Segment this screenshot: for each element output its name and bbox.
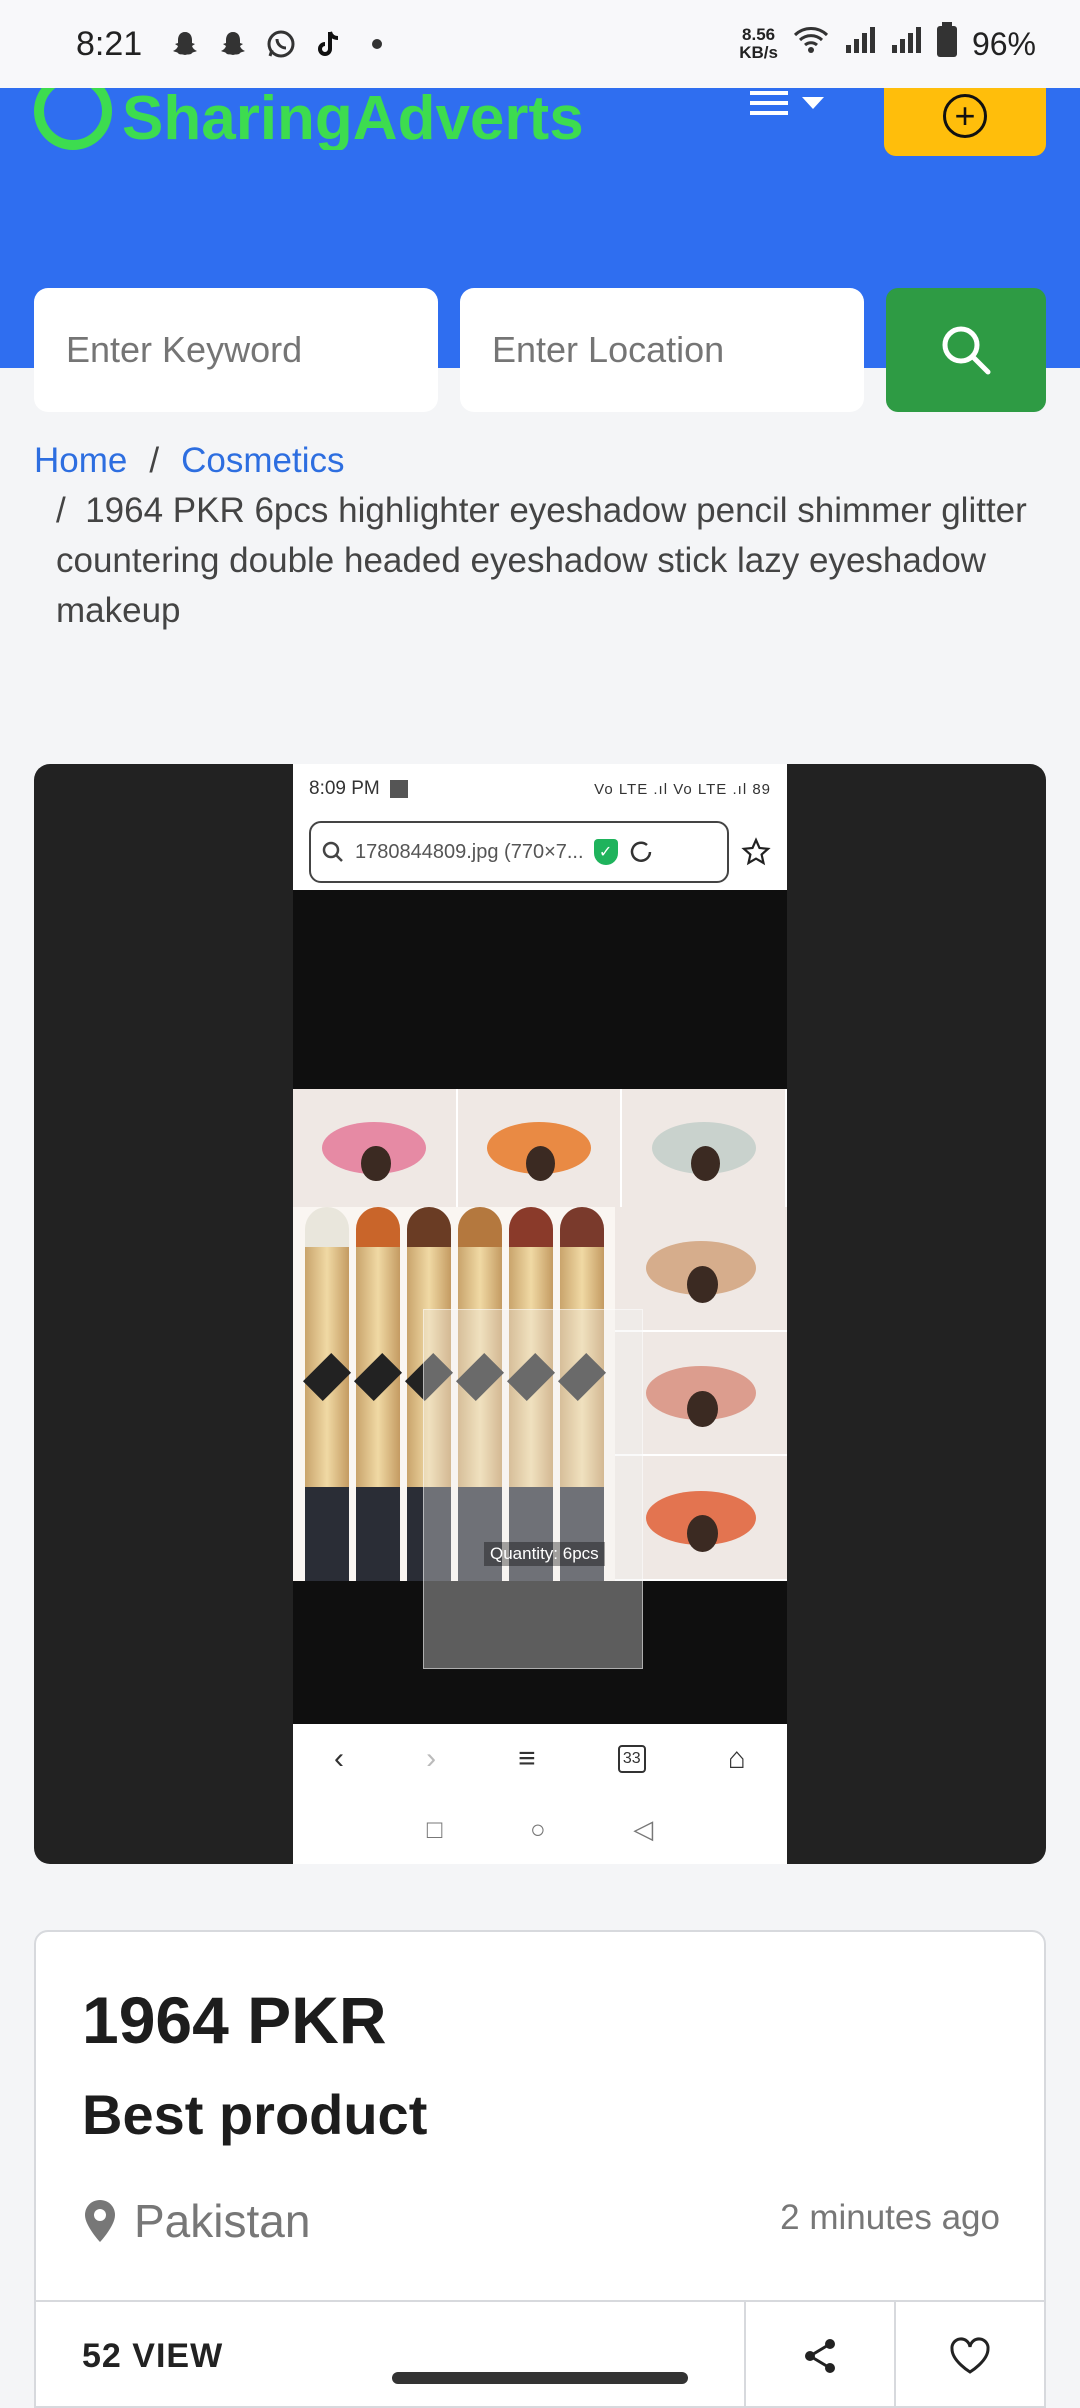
eye-swatch	[622, 1089, 787, 1207]
location-input[interactable]	[460, 288, 864, 412]
embedded-url-text: 1780844809.jpg (770×7...	[355, 840, 584, 863]
plus-circle-icon: +	[943, 94, 987, 138]
breadcrumb-current: / 1964 PKR 6pcs highlighter eyeshadow pe…	[56, 491, 1027, 630]
keyword-input[interactable]	[34, 288, 438, 412]
snapchat-icon	[168, 27, 202, 61]
product-location: Pakistan	[82, 2194, 310, 2248]
embedded-status-right: Vo LTE .ıl Vo LTE .ıl 89	[594, 780, 771, 798]
site-logo[interactable]: SharingAdverts	[34, 88, 584, 150]
share-button[interactable]	[744, 2302, 894, 2408]
caret-down-icon	[802, 97, 824, 109]
posted-time: 2 minutes ago	[780, 2198, 1000, 2237]
hamburger-icon	[750, 91, 788, 115]
embedded-browser-nav: ‹ › ≡ 33 ⌂ □ ○ ◁	[293, 1724, 787, 1864]
product-price: 1964 PKR	[82, 1983, 387, 2057]
embedded-browser-toolbar: ‹ › ≡ 33 ⌂	[293, 1724, 787, 1794]
battery-percent: 96%	[971, 25, 1036, 62]
embedded-time: 8:09 PM	[309, 778, 380, 799]
eye-swatch-row	[293, 1089, 787, 1207]
forward-chevron-icon: ›	[426, 1742, 437, 1775]
product-image: 8:09 PM Vo LTE .ıl Vo LTE .ıl 89 1780844…	[293, 764, 787, 1864]
logo-mark-icon	[34, 88, 112, 150]
pencil	[355, 1207, 400, 1581]
battery-icon	[936, 21, 958, 67]
view-count: 52 VIEW	[82, 2336, 224, 2375]
search-button[interactable]	[886, 288, 1046, 412]
embedded-url-box: 1780844809.jpg (770×7... ✓	[309, 821, 729, 883]
card-footer: 52 VIEW	[36, 2300, 1044, 2408]
breadcrumb-home-link[interactable]: Home	[34, 441, 127, 480]
gesture-home-indicator[interactable]	[392, 2372, 688, 2384]
embedded-square-icon	[389, 780, 408, 798]
whatsapp-icon	[264, 27, 298, 61]
search-bar	[34, 288, 1046, 412]
breadcrumb-current-title: 1964 PKR 6pcs highlighter eyeshadow penc…	[56, 491, 1027, 630]
pencil	[304, 1207, 349, 1581]
status-time: 8:21	[76, 24, 143, 63]
search-icon	[322, 841, 343, 862]
network-speed: 8.56 KB/s	[739, 25, 778, 62]
shield-check-icon: ✓	[593, 839, 618, 865]
breadcrumb-separator: /	[149, 441, 160, 480]
embedded-url-bar: 1780844809.jpg (770×7... ✓	[293, 814, 787, 890]
back-triangle-icon: ◁	[633, 1813, 654, 1844]
heart-icon	[950, 2337, 990, 2374]
search-icon	[942, 326, 991, 375]
quantity-label: Quantity: 6pcs	[484, 1542, 605, 1566]
nested-screenshot-overlay: Quantity: 6pcs	[423, 1309, 643, 1669]
recents-square-icon: □	[426, 1813, 443, 1844]
product-image-gallery[interactable]: 8:09 PM Vo LTE .ıl Vo LTE .ıl 89 1780844…	[34, 764, 1046, 1864]
share-icon	[805, 2339, 835, 2373]
eye-swatch	[457, 1089, 623, 1207]
menu-toggle-button[interactable]	[750, 88, 850, 118]
star-icon	[741, 837, 771, 866]
snapchat-icon	[216, 27, 250, 61]
notification-icons	[168, 27, 394, 61]
logo-text: SharingAdverts	[122, 88, 584, 150]
embedded-status-bar: 8:09 PM Vo LTE .ıl Vo LTE .ıl 89	[293, 764, 787, 814]
breadcrumb: Home / Cosmetics / 1964 PKR 6pcs highlight…	[34, 436, 1034, 636]
product-card: 1964 PKR Best product Pakistan 2 minutes…	[34, 1930, 1046, 2408]
cellular-signal-icon	[844, 25, 876, 64]
status-right: 8.56 KB/s 96%	[739, 21, 1036, 67]
post-ad-button[interactable]: +	[884, 88, 1046, 156]
eye-swatch	[293, 1089, 458, 1207]
wifi-icon	[792, 25, 830, 64]
favorite-button[interactable]	[894, 2302, 1044, 2408]
location-text: Pakistan	[134, 2195, 311, 2247]
back-chevron-icon: ‹	[334, 1742, 345, 1775]
product-title: Best product	[82, 2083, 428, 2146]
site-header: SharingAdverts +	[0, 88, 1080, 412]
map-pin-icon	[85, 2200, 115, 2242]
home-icon: ⌂	[727, 1742, 746, 1775]
status-bar: 8:21 8.56 KB/s 96%	[0, 0, 1080, 88]
tiktok-icon	[312, 27, 346, 61]
breadcrumb-category-link[interactable]: Cosmetics	[181, 441, 344, 480]
embedded-system-nav: □ ○ ◁	[293, 1794, 787, 1864]
more-notifications-dot	[360, 27, 394, 61]
tabs-count-icon: 33	[617, 1745, 646, 1773]
cellular-signal-icon	[890, 25, 922, 64]
reload-icon	[630, 841, 651, 862]
menu-lines-icon: ≡	[518, 1742, 536, 1775]
home-circle-icon: ○	[529, 1813, 546, 1844]
